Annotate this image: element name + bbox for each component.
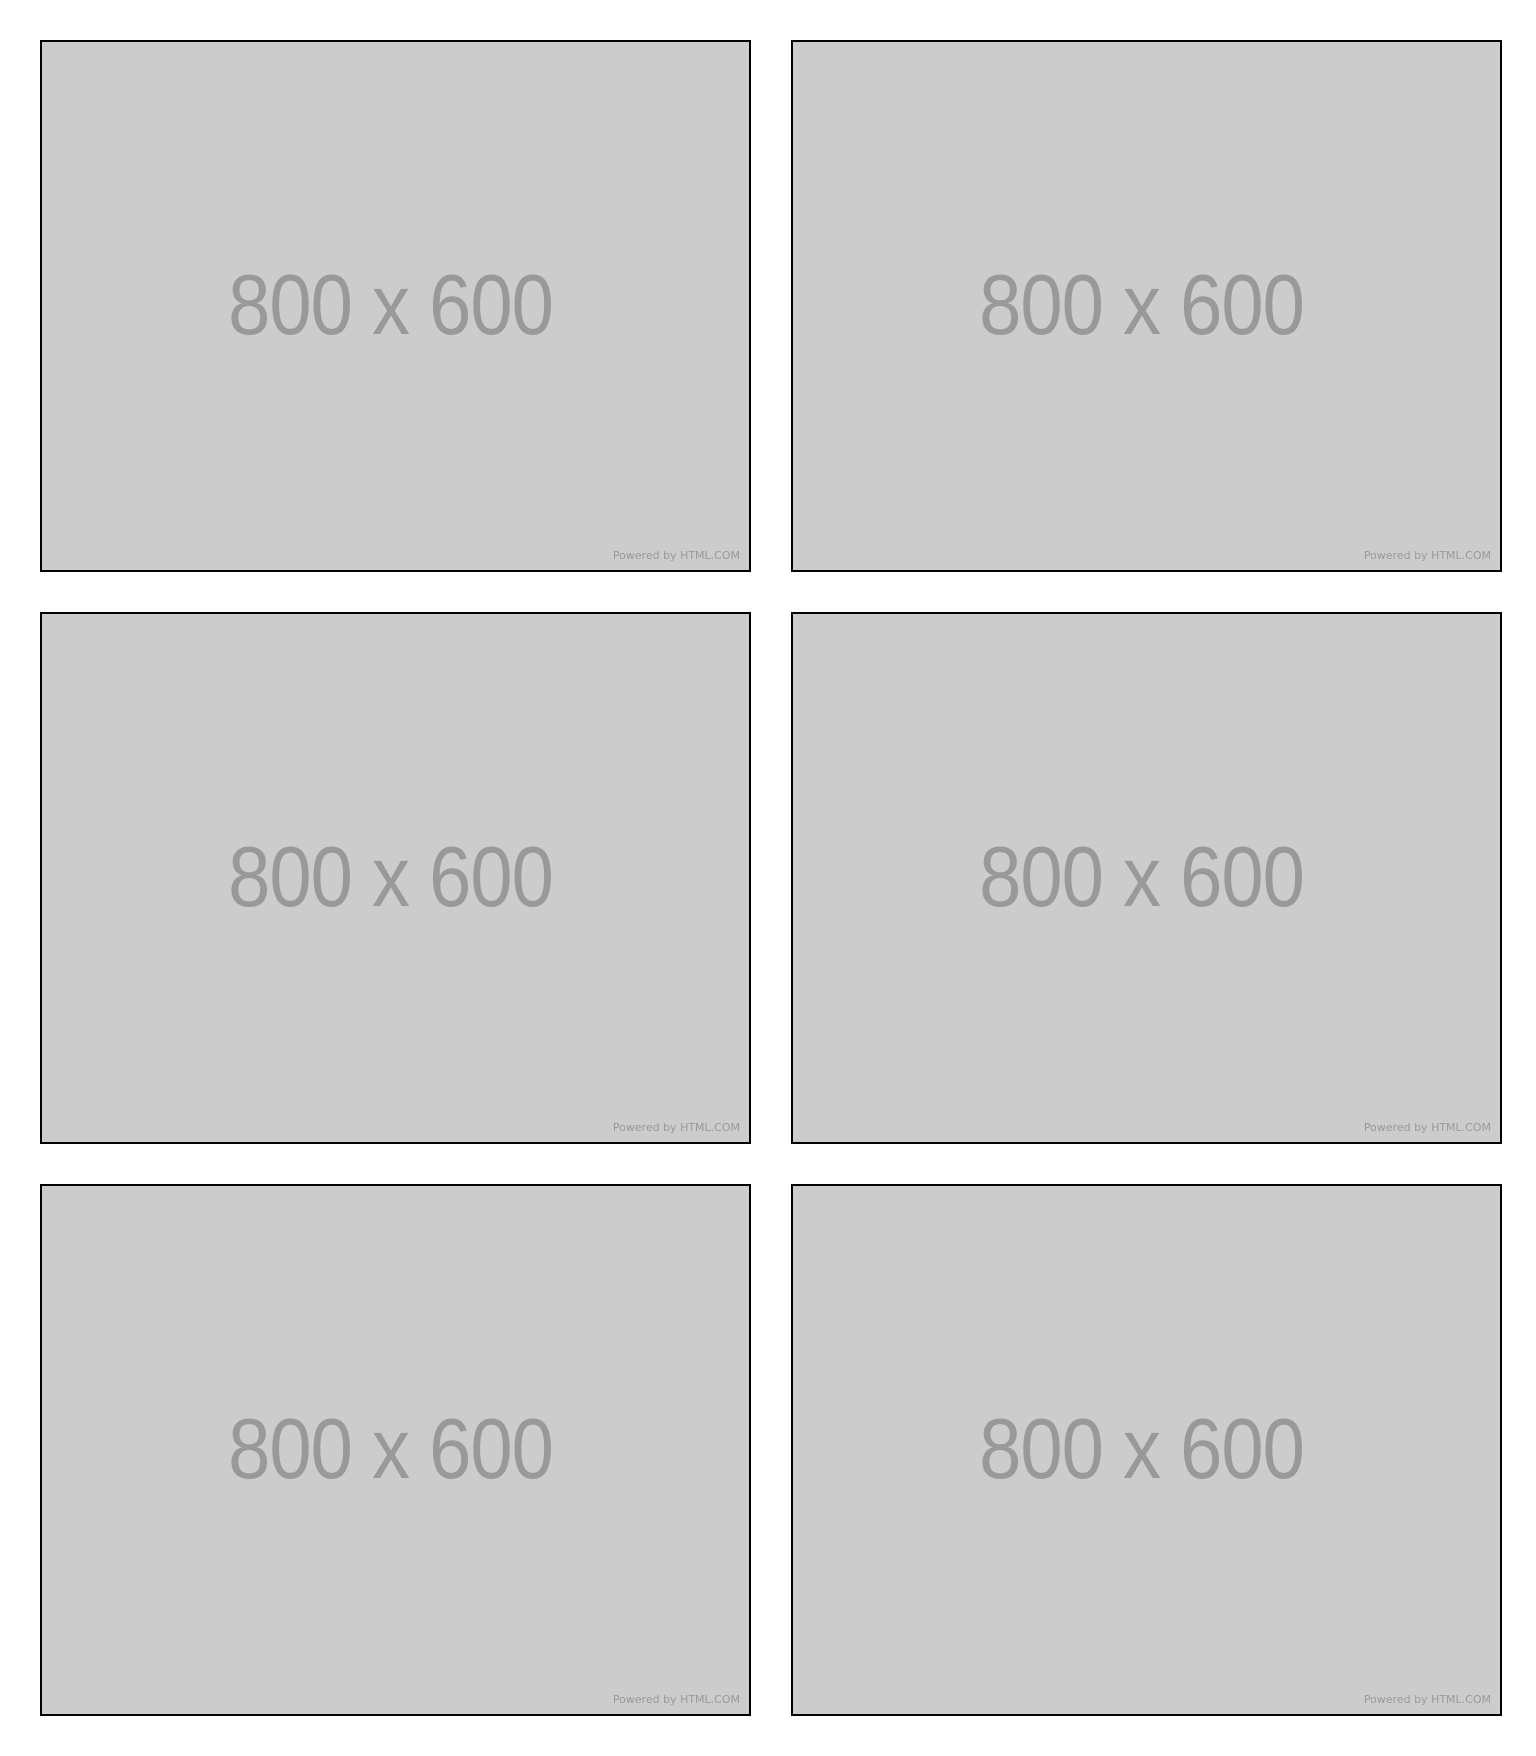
placeholder-image: 800 x 600 Powered by HTML.COM — [791, 40, 1502, 572]
placeholder-credit: Powered by HTML.COM — [1363, 1121, 1491, 1134]
placeholder-image: 800 x 600 Powered by HTML.COM — [791, 1184, 1502, 1716]
placeholder-image: 800 x 600 Powered by HTML.COM — [40, 40, 751, 572]
placeholder-credit: Powered by HTML.COM — [612, 1693, 740, 1706]
placeholder-dimensions-label: 800 x 600 — [979, 1401, 1305, 1498]
placeholder-dimensions-label: 800 x 600 — [228, 829, 554, 926]
placeholder-image: 800 x 600 Powered by HTML.COM — [40, 612, 751, 1144]
placeholder-dimensions-label: 800 x 600 — [228, 1401, 554, 1498]
placeholder-credit: Powered by HTML.COM — [612, 1121, 740, 1134]
placeholder-image: 800 x 600 Powered by HTML.COM — [40, 1184, 751, 1716]
placeholder-image: 800 x 600 Powered by HTML.COM — [791, 612, 1502, 1144]
placeholder-dimensions-label: 800 x 600 — [979, 257, 1305, 354]
placeholder-credit: Powered by HTML.COM — [1363, 549, 1491, 562]
placeholder-credit: Powered by HTML.COM — [612, 549, 740, 562]
image-grid: 800 x 600 Powered by HTML.COM 800 x 600 … — [40, 40, 1502, 1716]
placeholder-credit: Powered by HTML.COM — [1363, 1693, 1491, 1706]
placeholder-dimensions-label: 800 x 600 — [979, 829, 1305, 926]
placeholder-dimensions-label: 800 x 600 — [228, 257, 554, 354]
